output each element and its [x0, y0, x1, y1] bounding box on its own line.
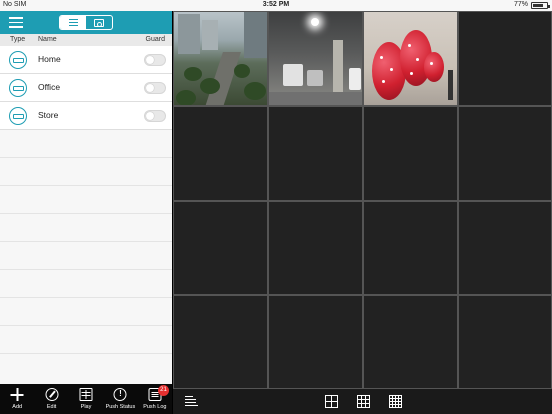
camera-slot-empty[interactable]	[268, 295, 363, 389]
edit-tab[interactable]: Edit	[34, 384, 68, 414]
camera-slot-empty[interactable]	[173, 201, 268, 295]
type-column-label: Type	[10, 36, 26, 43]
hamburger-icon[interactable]	[9, 17, 23, 28]
top-toolbar	[0, 11, 172, 34]
tab-label: Add	[12, 404, 23, 410]
add-tab[interactable]: Add	[0, 384, 34, 414]
empty-row	[0, 130, 172, 158]
guard-toggle[interactable]	[144, 54, 166, 66]
column-header: Type Name Guard	[0, 34, 172, 46]
battery-icon	[531, 2, 550, 9]
grid-2x2-icon[interactable]	[325, 395, 338, 408]
edit-icon	[45, 388, 59, 401]
bottom-tab-bar: Add Edit Play Push Status Push Log	[0, 384, 172, 414]
device-name: Office	[38, 82, 61, 92]
name-column-label: Name	[38, 36, 57, 43]
push-log-badge: 21	[158, 385, 169, 396]
push-status-tab[interactable]: Push Status	[103, 384, 137, 414]
view-mode-segmented-control[interactable]	[59, 15, 113, 30]
status-bar: No SIM 3:52 PM 77%	[0, 0, 552, 11]
play-tab[interactable]: Play	[69, 384, 103, 414]
camera-slot-empty[interactable]	[173, 295, 268, 389]
view-layout-bar	[173, 389, 552, 414]
tab-label: Play	[80, 404, 92, 410]
guard-toggle[interactable]	[144, 82, 166, 94]
camera-feed-balloon[interactable]	[363, 11, 458, 106]
device-view-segment[interactable]	[86, 16, 112, 29]
empty-row	[0, 242, 172, 270]
dvr-icon	[9, 51, 27, 69]
grid-3x3-icon[interactable]	[357, 395, 370, 408]
empty-row	[0, 158, 172, 186]
add-icon	[10, 388, 24, 401]
play-icon	[79, 388, 93, 401]
guard-toggle[interactable]	[144, 110, 166, 122]
empty-row	[0, 270, 172, 298]
camera-slot-empty[interactable]	[268, 201, 363, 295]
device-row-home[interactable]: Home	[0, 46, 172, 74]
empty-row	[0, 186, 172, 214]
tab-label: Push Status	[105, 404, 136, 410]
empty-row	[0, 298, 172, 326]
device-name: Home	[38, 54, 61, 64]
camera-slot-empty[interactable]	[458, 295, 552, 389]
empty-row	[0, 326, 172, 354]
dvr-icon	[9, 107, 27, 125]
device-icon	[94, 18, 104, 27]
clock: 3:52 PM	[262, 1, 290, 8]
tab-label: Push Log	[143, 404, 167, 410]
device-row-office[interactable]: Office	[0, 74, 172, 102]
dvr-icon	[9, 79, 27, 97]
list-view-segment[interactable]	[60, 16, 86, 29]
grid-4x4-icon[interactable]	[389, 395, 402, 408]
camera-slot-empty[interactable]	[363, 106, 458, 201]
camera-slot-empty[interactable]	[363, 295, 458, 389]
device-list: Home Office Store	[0, 46, 172, 354]
list-icon	[68, 19, 78, 26]
camera-slot-empty[interactable]	[458, 106, 552, 201]
camera-slot-empty[interactable]	[458, 11, 552, 106]
empty-row	[0, 214, 172, 242]
push-status-icon	[113, 388, 127, 401]
tab-label: Edit	[46, 404, 57, 410]
camera-slot-empty[interactable]	[268, 106, 363, 201]
camera-feed-street[interactable]	[173, 11, 268, 106]
battery-percent: 77%	[513, 1, 528, 8]
device-row-store[interactable]: Store	[0, 102, 172, 130]
camera-slot-empty[interactable]	[173, 106, 268, 201]
device-panel: Type Name Guard Home Office Store Add Ed…	[0, 11, 172, 414]
guard-column-label: Guard	[145, 36, 165, 43]
camera-slot-empty[interactable]	[363, 201, 458, 295]
camera-feed-parking[interactable]	[268, 11, 363, 106]
device-name: Store	[38, 110, 59, 120]
camera-grid	[173, 11, 552, 389]
camera-slot-empty[interactable]	[458, 201, 552, 295]
camera-list-icon[interactable]	[185, 395, 198, 408]
